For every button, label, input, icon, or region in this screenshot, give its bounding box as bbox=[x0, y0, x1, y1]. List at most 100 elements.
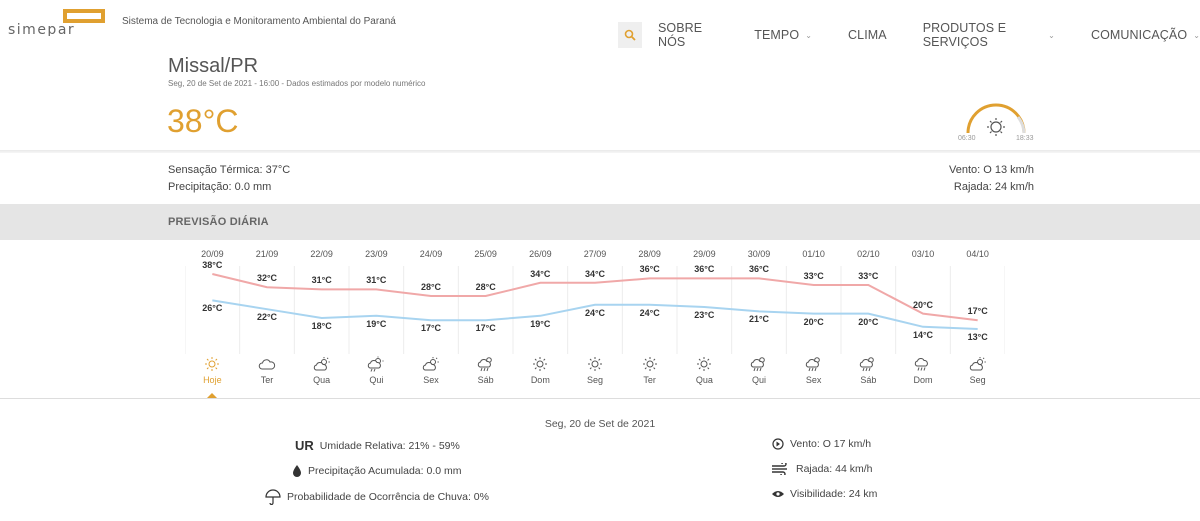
forecast-date: 04/10 bbox=[966, 249, 989, 259]
forecast-weekday[interactable]: Seg bbox=[958, 375, 998, 385]
nav-item-comunicação[interactable]: COMUNICAÇÃO ⌄ bbox=[1091, 21, 1200, 49]
nav-item-sobre-nós[interactable]: SOBRE NÓS bbox=[658, 21, 718, 49]
selected-day-date: Seg, 20 de Set de 2021 bbox=[544, 418, 656, 430]
forecast-date: 24/09 bbox=[419, 249, 443, 259]
day-wind-info: Vento: O 17 km/h bbox=[772, 438, 871, 450]
nav-label: SOBRE NÓS bbox=[657, 21, 703, 49]
max-temperature-label: 32°C bbox=[256, 273, 278, 284]
forecast-date: 23/09 bbox=[365, 249, 388, 259]
forecast-date: 29/09 bbox=[693, 249, 716, 259]
forecast-weekday[interactable]: Hoje bbox=[192, 375, 232, 385]
sun-icon[interactable] bbox=[530, 356, 550, 372]
cloud-icon[interactable] bbox=[257, 356, 277, 372]
nav-item-tempo[interactable]: TEMPO ⌄ bbox=[754, 21, 812, 49]
umbrella-icon bbox=[265, 489, 281, 505]
visibility-info: Visibilidade: 24 km bbox=[772, 488, 877, 500]
sun-icon[interactable] bbox=[202, 356, 222, 372]
daily-forecast-chart: 38°C 32°C 31°C 31°C 28°C 28°C 34°C 34°C 36°C 36°C… bbox=[185, 244, 1005, 398]
gust: Rajada: 24 km/h bbox=[953, 181, 1034, 193]
section-title: PREVISÃO DIÁRIA bbox=[168, 216, 269, 228]
min-temperature-label: 24°C bbox=[639, 307, 660, 318]
forecast-weekday[interactable]: Qui bbox=[739, 375, 779, 385]
forecast-weekday[interactable]: Sáb bbox=[848, 375, 888, 385]
nav-label: COMUNICAÇÃO bbox=[1090, 28, 1188, 42]
rain-storm-icon[interactable] bbox=[858, 356, 878, 372]
forecast-weekday[interactable]: Sex bbox=[794, 375, 834, 385]
max-temperature-label: 36°C bbox=[748, 264, 770, 275]
max-temperature-label: 17°C bbox=[967, 306, 988, 317]
nav-item-clima[interactable]: CLIMA bbox=[848, 21, 887, 49]
min-temperature-label: 17°C bbox=[420, 323, 442, 334]
min-temperature-label: 19°C bbox=[366, 318, 387, 329]
forecast-weekday[interactable]: Dom bbox=[903, 375, 943, 385]
feels-like: Sensação Térmica: 37°C bbox=[168, 164, 291, 176]
min-temperature-label: 19°C bbox=[530, 318, 551, 329]
min-temperature-label: 17°C bbox=[475, 323, 496, 334]
forecast-weekday[interactable]: Qui bbox=[356, 375, 396, 385]
forecast-date: 25/09 bbox=[474, 249, 497, 259]
min-temperature-label: 20°C bbox=[858, 316, 879, 327]
forecast-date: 03/10 bbox=[911, 249, 935, 259]
search-button[interactable] bbox=[618, 22, 642, 48]
wind-direction-icon bbox=[772, 438, 784, 450]
nav-item-produtos-e-serviços[interactable]: PRODUTOS E SERVIÇOS ⌄ bbox=[923, 21, 1055, 49]
max-temperature-label: 28°C bbox=[475, 282, 496, 292]
sunset-time: 18:33 bbox=[1016, 135, 1034, 142]
forecast-date: 28/09 bbox=[638, 249, 661, 259]
rain-icon[interactable] bbox=[913, 356, 933, 372]
max-temperature-label: 31°C bbox=[366, 275, 387, 286]
sun-icon[interactable] bbox=[694, 356, 714, 372]
day-gust-text: Rajada: 44 km/h bbox=[796, 463, 873, 475]
min-temperature-label: 18°C bbox=[311, 321, 332, 331]
forecast-date: 30/09 bbox=[747, 249, 771, 259]
humidity-text: Umidade Relativa: 21% - 59% bbox=[319, 439, 460, 452]
sun-icon bbox=[987, 118, 1005, 136]
forecast-date: 21/09 bbox=[255, 249, 279, 259]
partly-cloudy-icon[interactable] bbox=[968, 356, 988, 372]
accum-precip-info: Precipitação Acumulada: 0.0 mm bbox=[292, 465, 462, 477]
day-wind-text: Vento: O 17 km/h bbox=[790, 438, 872, 450]
forecast-weekday[interactable]: Dom bbox=[520, 375, 560, 385]
forecast-date: 27/09 bbox=[583, 249, 607, 259]
min-temperature-label: 24°C bbox=[584, 307, 606, 318]
sunrise-time: 06:30 bbox=[958, 135, 976, 142]
max-temperature-label: 33°C bbox=[858, 271, 879, 281]
min-temperature-label: 23°C bbox=[694, 310, 715, 320]
forecast-weekday[interactable]: Sex bbox=[411, 375, 451, 385]
sun-icon[interactable] bbox=[585, 356, 605, 372]
rain-storm-icon[interactable] bbox=[804, 356, 824, 372]
forecast-date: 20/09 bbox=[201, 249, 224, 259]
wind: Vento: O 13 km/h bbox=[949, 164, 1034, 176]
min-temperature-label: 26°C bbox=[202, 303, 223, 314]
rain-prob-info: Probabilidade de Ocorrência de Chuva: 0% bbox=[265, 489, 489, 505]
max-temperature-label: 28°C bbox=[420, 282, 442, 292]
forecast-weekday[interactable]: Seg bbox=[575, 375, 615, 385]
forecast-weekday[interactable]: Ter bbox=[630, 375, 670, 385]
humidity-info: UR Umidade Relativa: 21% - 59% bbox=[295, 438, 460, 453]
max-temperature-label: 20°C bbox=[912, 299, 934, 310]
min-temperature-label: 22°C bbox=[256, 312, 278, 323]
rain-storm-icon[interactable] bbox=[749, 356, 769, 372]
city-name: Missal/PR bbox=[168, 55, 259, 77]
forecast-weekday[interactable]: Qua bbox=[302, 375, 342, 385]
forecast-date: 22/09 bbox=[310, 249, 333, 259]
simepar-logo[interactable]: simepar bbox=[8, 8, 118, 36]
forecast-weekday[interactable]: Ter bbox=[247, 375, 287, 385]
forecast-date: 01/10 bbox=[802, 249, 825, 259]
chevron-down-icon: ⌄ bbox=[805, 30, 813, 40]
partly-cloudy-icon[interactable] bbox=[312, 356, 332, 372]
visibility-text: Visibilidade: 24 km bbox=[790, 488, 878, 500]
partly-cloudy-icon[interactable] bbox=[421, 356, 441, 372]
ur-label: UR bbox=[295, 438, 314, 453]
date-subline: Seg, 20 de Set de 2021 - 16:00 - Dados e… bbox=[168, 79, 426, 88]
sun-icon[interactable] bbox=[640, 356, 660, 372]
sun-arc: 06:30 18:33 bbox=[956, 97, 1036, 145]
min-temperature-label: 13°C bbox=[967, 332, 988, 342]
rain-storm-icon[interactable] bbox=[476, 356, 496, 372]
forecast-weekday[interactable]: Qua bbox=[684, 375, 724, 385]
partly-cloudy-rain-icon[interactable] bbox=[366, 356, 386, 372]
current-temperature: 38°C bbox=[167, 103, 239, 139]
day-gust-info: Rajada: 44 km/h bbox=[772, 463, 872, 475]
nav-label: CLIMA bbox=[848, 28, 887, 42]
forecast-weekday[interactable]: Sáb bbox=[466, 375, 506, 385]
